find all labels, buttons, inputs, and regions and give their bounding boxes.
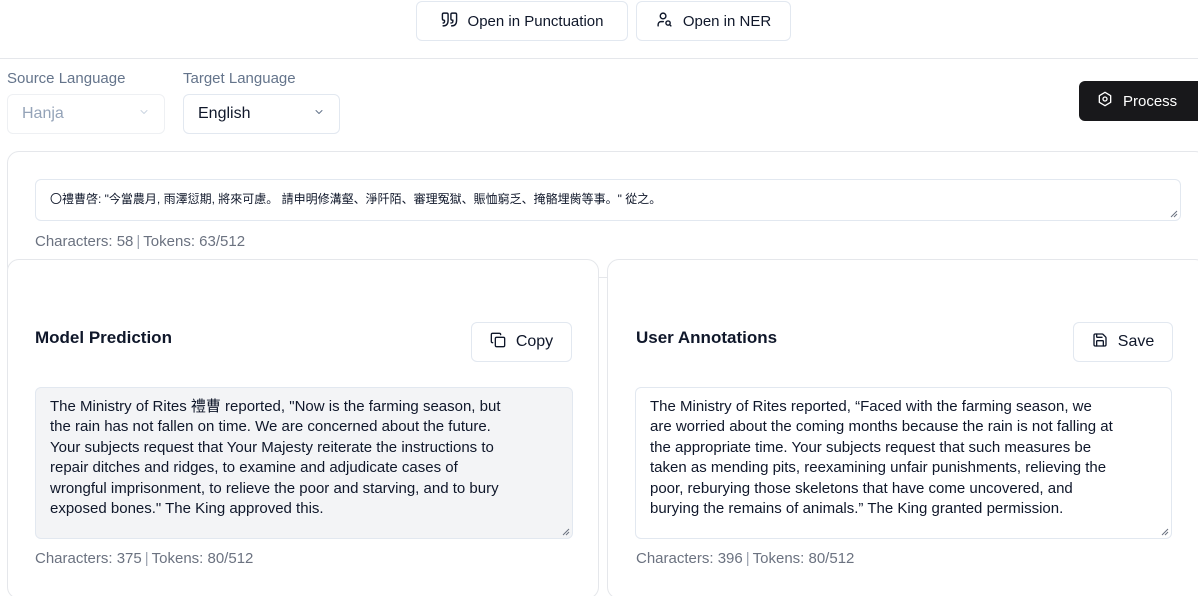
source-language-value: Hanja (22, 105, 64, 122)
target-language-label: Target Language (183, 70, 296, 87)
prediction-line: exposed bones." The King approved this. (50, 500, 324, 518)
open-in-ner-button[interactable]: Open in NER (636, 1, 791, 41)
prediction-tokens: Tokens: 80/512 (151, 550, 254, 567)
prediction-line: The Ministry of Rites 禮曹 reported, "Now … (50, 398, 501, 415)
save-icon (1092, 332, 1108, 353)
annotation-line: taken as mending pits, reexamining unfai… (650, 459, 1107, 477)
prediction-line: repair ditches and ridges, to examine an… (50, 459, 458, 477)
annotation-tokens: Tokens: 80/512 (752, 550, 855, 567)
annotation-stats: Characters: 396 | Tokens: 80/512 (636, 550, 855, 567)
annotation-line: poor, reburying those skeletons that hav… (650, 479, 1073, 497)
target-language-value: English (198, 105, 251, 122)
chevron-down-icon (138, 105, 150, 123)
source-characters: Characters: 58 (35, 233, 134, 250)
settings-icon (1097, 91, 1113, 111)
prediction-characters: Characters: 375 (35, 550, 142, 567)
resize-handle-icon[interactable] (562, 528, 570, 536)
open-in-punctuation-button[interactable]: Open in Punctuation (416, 1, 628, 41)
chevron-down-icon (313, 105, 325, 123)
copy-button[interactable]: Copy (471, 322, 572, 362)
source-language-label: Source Language (7, 70, 126, 87)
user-annotation-input[interactable]: The Ministry of Rites reported, “Faced w… (635, 387, 1172, 539)
user-annotations-title: User Annotations (636, 328, 778, 347)
annotation-line: burying the remains of animals.” The Kin… (650, 500, 1064, 518)
annotation-characters: Characters: 396 (636, 550, 743, 567)
annotation-line: the appropriate time. Your subjects requ… (650, 438, 1092, 456)
copy-label: Copy (515, 333, 554, 350)
model-prediction-title: Model Prediction (35, 328, 172, 347)
prediction-stats: Characters: 375 | Tokens: 80/512 (35, 550, 254, 567)
target-language-select[interactable]: English (183, 94, 340, 134)
user-search-icon (656, 11, 673, 32)
copy-icon (490, 332, 506, 353)
source-tokens: Tokens: 63/512 (143, 233, 246, 250)
resize-handle-icon[interactable] (1170, 210, 1178, 218)
resize-handle-icon[interactable] (1161, 528, 1169, 536)
source-language-select[interactable]: Hanja (7, 94, 165, 134)
source-stats: Characters: 58 | Tokens: 63/512 (35, 233, 246, 250)
model-prediction-card: Model Prediction Copy The Ministry of Ri… (7, 259, 599, 596)
save-label: Save (1117, 333, 1155, 350)
prediction-line: Your subjects request that Your Majesty … (50, 438, 494, 456)
annotation-line: are worried about the coming months beca… (650, 418, 1113, 436)
model-prediction-text[interactable]: The Ministry of Rites 禮曹 reported, "Now … (35, 387, 573, 539)
user-annotations-card: User Annotations Save The Ministry of Ri… (607, 259, 1198, 596)
source-text-input[interactable]: 〇禮曹啓: "今當農月, 雨澤愆期, 將來可慮。 請申明修溝壑、淨阡陌、審理冤獄… (35, 179, 1181, 221)
quote-icon (441, 11, 458, 32)
save-button[interactable]: Save (1073, 322, 1173, 362)
prediction-line: wrongful imprisonment, to relieve the po… (50, 479, 499, 497)
process-label: Process (1123, 92, 1178, 110)
open-in-ner-label: Open in NER (682, 12, 772, 30)
annotation-line: The Ministry of Rites reported, “Faced w… (650, 398, 1092, 415)
process-button[interactable]: Process (1079, 81, 1198, 121)
open-in-punctuation-label: Open in Punctuation (467, 12, 604, 30)
source-text-value: 〇禮曹啓: "今當農月, 雨澤愆期, 將來可慮。 請申明修溝壑、淨阡陌、審理冤獄… (50, 192, 662, 206)
top-toolbar: Open in Punctuation Open in NER (0, 0, 1198, 59)
prediction-line: the rain has not fallen on time. We are … (50, 418, 491, 436)
